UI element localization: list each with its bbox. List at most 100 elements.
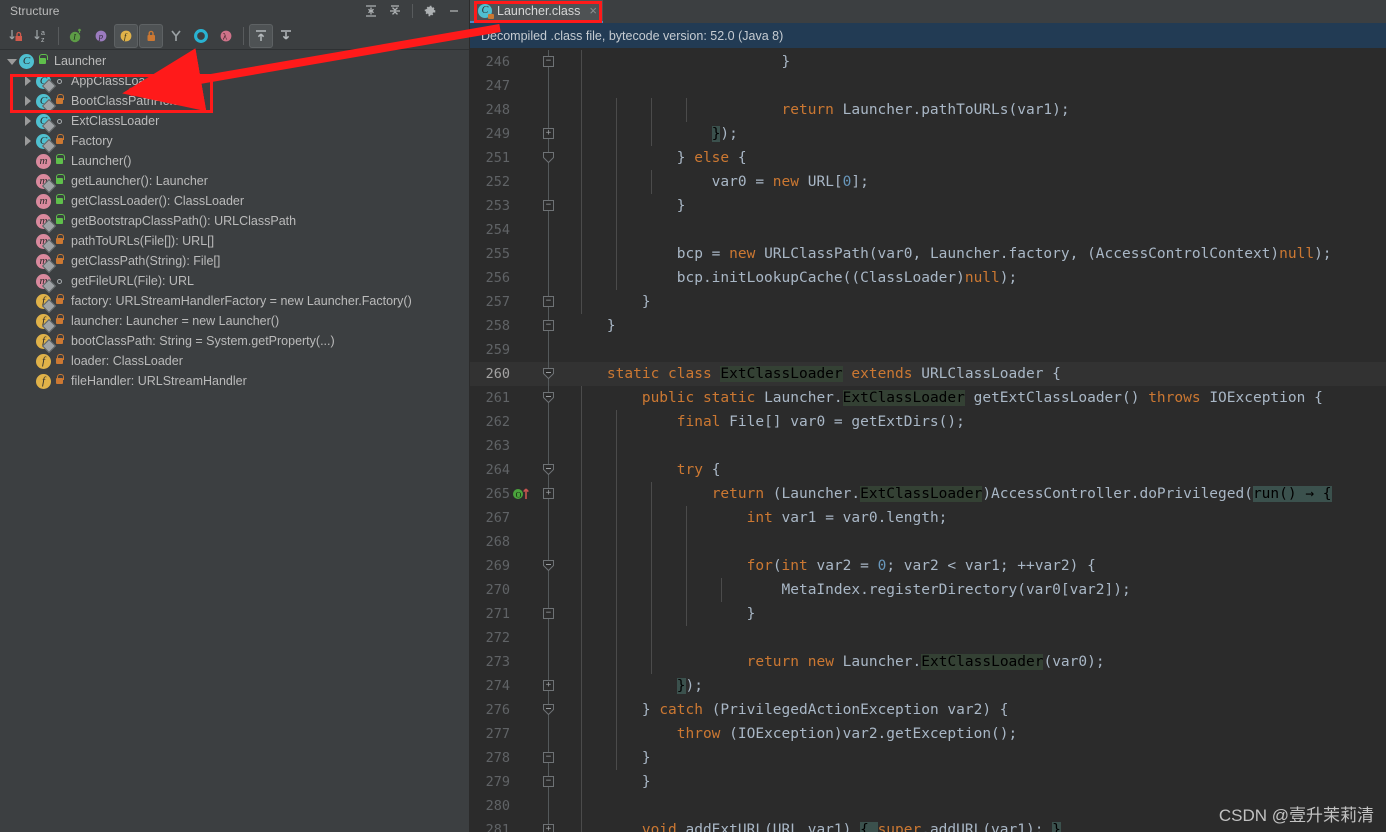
gutter-marker[interactable] xyxy=(510,50,536,74)
fold-gutter[interactable] xyxy=(536,146,562,170)
fold-gutter[interactable]: − xyxy=(536,314,562,338)
gutter-marker[interactable] xyxy=(510,362,536,386)
fold-gutter[interactable] xyxy=(536,458,562,482)
tree-item[interactable]: C Launcher xyxy=(0,51,469,71)
autoscroll-to-source-icon[interactable] xyxy=(249,23,273,48)
fold-gutter[interactable] xyxy=(536,98,562,122)
gutter-marker[interactable] xyxy=(510,818,536,832)
expand-all-icon[interactable] xyxy=(360,1,382,21)
gutter-marker[interactable] xyxy=(510,626,536,650)
tree-item[interactable]: C AppClassLoader xyxy=(0,71,469,91)
gutter-marker[interactable] xyxy=(510,218,536,242)
code-line[interactable]: 265 O + return (Launcher.ExtClassLoader)Ac… xyxy=(470,482,1386,506)
code-line[interactable]: 268 xyxy=(470,530,1386,554)
fold-gutter[interactable] xyxy=(536,794,562,818)
gutter-marker[interactable] xyxy=(510,266,536,290)
code-line[interactable]: 262 final File[] var0 = getExtDirs(); xyxy=(470,410,1386,434)
tree-item[interactable]: f factory: URLStreamHandlerFactory = new … xyxy=(0,291,469,311)
code-line[interactable]: 252 var0 = new URL[0]; xyxy=(470,170,1386,194)
tree-item[interactable]: C ExtClassLoader xyxy=(0,111,469,131)
tree-twisty-right-icon[interactable] xyxy=(23,115,34,127)
gutter-marker[interactable] xyxy=(510,434,536,458)
code-line[interactable]: 256 bcp.initLookupCache((ClassLoader)nul… xyxy=(470,266,1386,290)
gutter-marker[interactable] xyxy=(510,530,536,554)
gutter-marker[interactable]: O xyxy=(510,482,536,506)
fold-gutter[interactable]: + xyxy=(536,674,562,698)
collapse-all-icon[interactable] xyxy=(384,1,406,21)
code-line[interactable]: 261 public static Launcher.ExtClassLoade… xyxy=(470,386,1386,410)
tree-item[interactable]: C BootClassPathHolder xyxy=(0,91,469,111)
gutter-marker[interactable] xyxy=(510,602,536,626)
fold-gutter[interactable] xyxy=(536,170,562,194)
tab-launcher-class[interactable]: C Launcher.class × xyxy=(470,0,603,23)
code-line[interactable]: 253 − } xyxy=(470,194,1386,218)
gutter-marker[interactable] xyxy=(510,290,536,314)
tree-twisty-right-icon[interactable] xyxy=(23,135,34,147)
code-line[interactable]: 274 + }); xyxy=(470,674,1386,698)
fold-gutter[interactable] xyxy=(536,362,562,386)
fold-gutter[interactable] xyxy=(536,338,562,362)
fold-gutter[interactable]: + xyxy=(536,122,562,146)
gutter-marker[interactable] xyxy=(510,794,536,818)
fold-gutter[interactable] xyxy=(536,626,562,650)
code-line[interactable]: 270 MetaIndex.registerDirectory(var0[var… xyxy=(470,578,1386,602)
gutter-marker[interactable] xyxy=(510,170,536,194)
code-line[interactable]: 277 throw (IOException)var2.getException… xyxy=(470,722,1386,746)
code-line[interactable]: 254 xyxy=(470,218,1386,242)
structure-tree[interactable]: C Launcher C AppClassLoader C BootClassPathHo… xyxy=(0,51,469,832)
code-line[interactable]: 260 static class ExtClassLoader extends … xyxy=(470,362,1386,386)
tree-item[interactable]: f launcher: Launcher = new Launcher() xyxy=(0,311,469,331)
fold-gutter[interactable]: + xyxy=(536,818,562,832)
gutter-marker[interactable] xyxy=(510,98,536,122)
code-line[interactable]: 257 − } xyxy=(470,290,1386,314)
gutter-marker[interactable] xyxy=(510,578,536,602)
code-line[interactable]: 248 return Launcher.pathToURLs(var1); xyxy=(470,98,1386,122)
fold-gutter[interactable] xyxy=(536,386,562,410)
tree-item[interactable]: m getBootstrapClassPath(): URLClassPath xyxy=(0,211,469,231)
sort-alphabetically-icon[interactable]: a z xyxy=(29,24,53,48)
fold-gutter[interactable] xyxy=(536,650,562,674)
code-line[interactable]: 249 + }); xyxy=(470,122,1386,146)
show-anonymous-icon[interactable] xyxy=(189,24,213,48)
gutter-marker[interactable] xyxy=(510,314,536,338)
gutter-marker[interactable] xyxy=(510,698,536,722)
code-line[interactable]: 247 xyxy=(470,74,1386,98)
fold-gutter[interactable] xyxy=(536,722,562,746)
show-lambdas-icon[interactable]: λ xyxy=(214,24,238,48)
show-fields-icon[interactable]: f xyxy=(114,23,138,48)
gutter-marker[interactable] xyxy=(510,458,536,482)
fold-gutter[interactable] xyxy=(536,554,562,578)
gutter-marker[interactable] xyxy=(510,506,536,530)
code-line[interactable]: 264 try { xyxy=(470,458,1386,482)
sort-by-visibility-icon[interactable] xyxy=(4,24,28,48)
tree-item[interactable]: m getClassLoader(): ClassLoader xyxy=(0,191,469,211)
settings-gear-icon[interactable] xyxy=(419,1,441,21)
code-line[interactable]: 281 + void addExtURL(URL var1) { super.ad… xyxy=(470,818,1386,832)
fold-gutter[interactable]: + xyxy=(536,482,562,506)
fold-gutter[interactable]: − xyxy=(536,194,562,218)
code-line[interactable]: 276 } catch (PrivilegedActionException v… xyxy=(470,698,1386,722)
fold-gutter[interactable] xyxy=(536,506,562,530)
code-line[interactable]: 271− } xyxy=(470,602,1386,626)
tree-twisty-right-icon[interactable] xyxy=(23,95,34,107)
code-line[interactable]: 273 return new Launcher.ExtClassLoader(v… xyxy=(470,650,1386,674)
gutter-marker[interactable] xyxy=(510,722,536,746)
fold-gutter[interactable] xyxy=(536,698,562,722)
code-line[interactable]: 255 bcp = new URLClassPath(var0, Launche… xyxy=(470,242,1386,266)
fold-gutter[interactable] xyxy=(536,410,562,434)
close-icon[interactable]: × xyxy=(589,3,597,18)
gutter-marker[interactable] xyxy=(510,746,536,770)
gutter-marker[interactable] xyxy=(510,554,536,578)
tree-item[interactable]: m Launcher() xyxy=(0,151,469,171)
gutter-marker[interactable] xyxy=(510,650,536,674)
fold-gutter[interactable]: − xyxy=(536,50,562,74)
code-line[interactable]: 280 xyxy=(470,794,1386,818)
tree-twisty-right-icon[interactable] xyxy=(23,75,34,87)
code-line[interactable]: 259 xyxy=(470,338,1386,362)
gutter-marker[interactable] xyxy=(510,74,536,98)
tree-item[interactable]: f loader: ClassLoader xyxy=(0,351,469,371)
fold-gutter[interactable] xyxy=(536,266,562,290)
fold-gutter[interactable] xyxy=(536,530,562,554)
tree-item[interactable]: m getClassPath(String): File[] xyxy=(0,251,469,271)
fold-gutter[interactable]: − xyxy=(536,290,562,314)
